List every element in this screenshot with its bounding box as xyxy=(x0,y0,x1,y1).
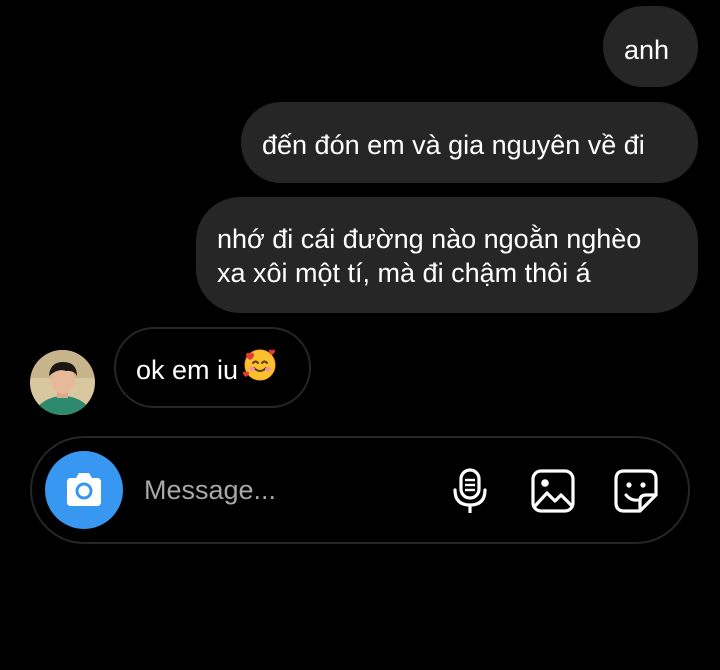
camera-button[interactable] xyxy=(45,451,123,529)
microphone-icon xyxy=(453,468,487,513)
message-text: ok em iu xyxy=(136,355,239,386)
message-bubble-outgoing[interactable]: đến đón em và gia nguyên về đi xyxy=(241,102,698,183)
gallery-button[interactable] xyxy=(528,466,578,516)
avatar-photo xyxy=(30,350,95,415)
gallery-icon xyxy=(531,469,575,513)
avatar[interactable] xyxy=(30,350,95,415)
smiling-face-with-hearts-icon xyxy=(242,347,278,391)
message-bubble-outgoing[interactable]: nhớ đi cái đường nào ngoằn nghèo xa xôi … xyxy=(196,197,698,313)
camera-icon xyxy=(67,473,101,506)
message-composer xyxy=(30,436,690,544)
sticker-icon xyxy=(614,469,658,513)
message-bubble-incoming[interactable]: ok em iu xyxy=(114,327,311,408)
message-text: anh xyxy=(624,35,670,65)
message-input[interactable] xyxy=(144,470,424,510)
message-text: nhớ đi cái đường nào ngoằn nghèo xa xôi … xyxy=(217,224,642,288)
voice-message-button[interactable] xyxy=(445,466,495,516)
sticker-button[interactable] xyxy=(611,466,661,516)
message-text: đến đón em và gia nguyên về đi xyxy=(262,130,645,160)
message-bubble-outgoing[interactable]: anh xyxy=(603,6,698,87)
